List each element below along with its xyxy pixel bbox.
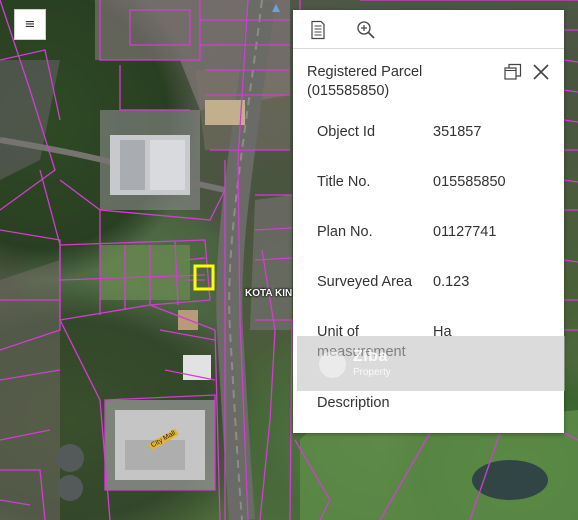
document-icon[interactable]: [308, 20, 328, 40]
attribute-label: Title No.: [317, 174, 371, 190]
menu-button[interactable]: ≡: [14, 9, 46, 40]
watermark-subtitle: Property: [353, 367, 391, 378]
close-icon[interactable]: [531, 62, 551, 82]
attribute-label: Plan No.: [317, 224, 373, 240]
attribute-value: 01127741: [433, 224, 497, 240]
attribute-value: 0.123: [433, 274, 470, 290]
watermark: Ziba Property: [297, 336, 565, 391]
popup-header: Registered Parcel (015585850): [293, 49, 564, 103]
road-label: KOTA KIN: [245, 288, 293, 299]
watermark-name: Ziba: [353, 348, 388, 365]
hamburger-menu-icon: ≡: [24, 17, 36, 32]
watermark-logo-icon: [319, 351, 346, 378]
attribute-label: Object Id: [317, 124, 376, 140]
popup-title: Registered Parcel (015585850): [307, 64, 423, 99]
attribute-label: Description: [317, 395, 390, 411]
attribute-value: 015585850: [433, 174, 506, 190]
zoom-in-icon[interactable]: [356, 20, 376, 40]
attribute-value: 351857: [433, 124, 482, 140]
dock-icon[interactable]: [503, 62, 523, 82]
popup-toolbar: [293, 10, 564, 49]
attribute-label: Surveyed Area: [317, 274, 413, 290]
